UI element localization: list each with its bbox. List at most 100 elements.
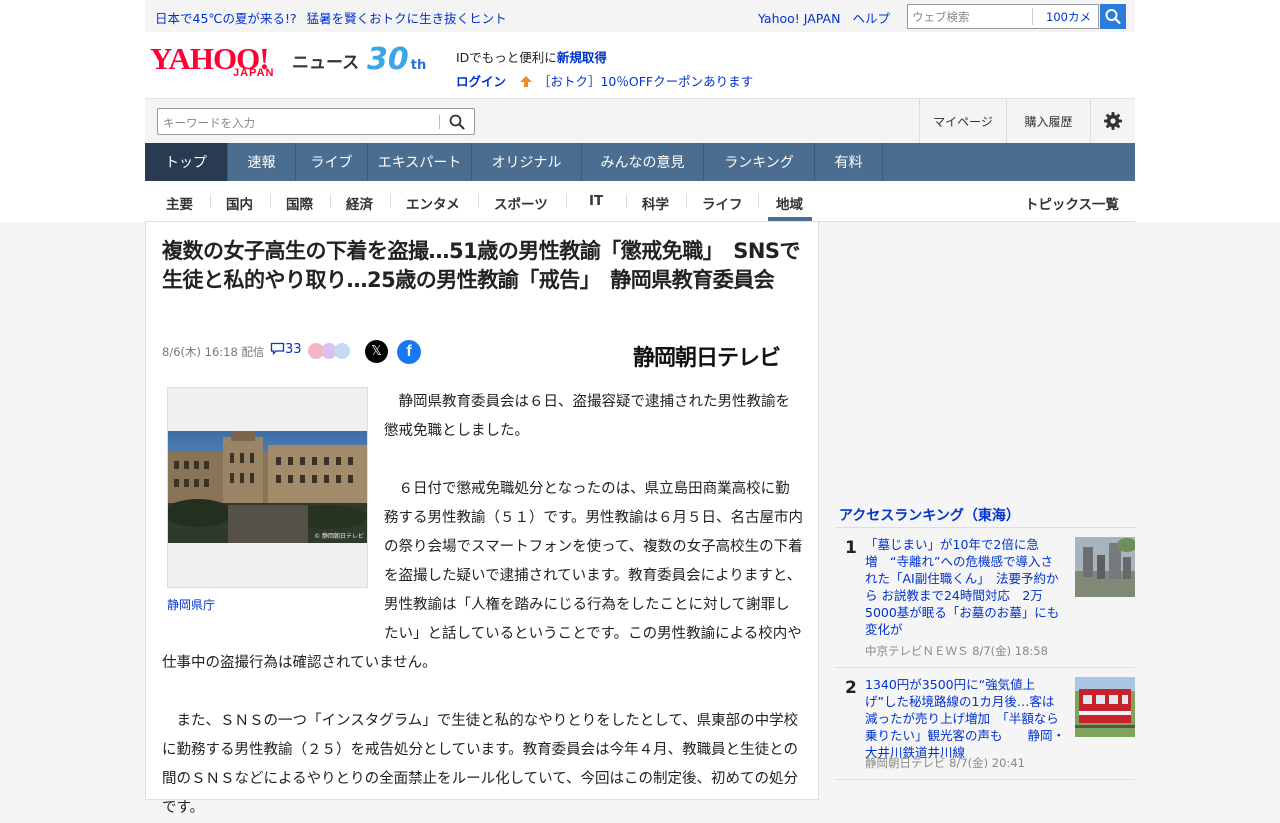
web-search-input[interactable]: ウェブ検索 100カメ — [907, 4, 1099, 29]
promo-link-tips[interactable]: 猛暑を賢くおトクに生き抜くヒント — [307, 11, 507, 26]
topics-list-link[interactable]: トピックス一覧 — [1025, 193, 1119, 213]
category-science[interactable]: 科学 — [642, 193, 669, 213]
logo-row: YAHOO! JAPAN ニュース 30th IDでもっと便利に新規取得 ログイ… — [145, 32, 1135, 98]
help-link[interactable]: ヘルプ — [852, 11, 890, 26]
register-link[interactable]: 新規取得 — [557, 50, 607, 65]
promo-link-heat[interactable]: 日本で45℃の夏が来る!? — [155, 11, 297, 26]
article-delivered-label: 配信 — [241, 345, 265, 359]
photo-spacer — [162, 388, 384, 642]
yahoo-japan-link[interactable]: Yahoo! JAPAN — [758, 11, 840, 26]
web-search-button[interactable] — [1100, 4, 1126, 29]
camera-link[interactable]: 100カメ — [1046, 9, 1091, 25]
keyword-search-input[interactable]: キーワードを入力 — [157, 108, 475, 135]
ranking-time: 8/7(金) 18:58 — [972, 644, 1048, 658]
keyword-search-divider — [439, 115, 440, 129]
anniversary-suffix: th — [410, 58, 427, 73]
coupon-text: ［おトク］10％OFFクーポンあります — [537, 74, 754, 89]
login-link[interactable]: ログイン — [456, 74, 506, 89]
ranking-source-name: 静岡朝日テレビ — [865, 756, 946, 770]
ranking-time: 8/7(金) 20:41 — [949, 756, 1025, 770]
category-sports[interactable]: スポーツ — [494, 193, 548, 213]
article-body: 静岡県教育委員会は６日、盗撮容疑で逮捕された男性教諭を懲戒免職としました。 ６日… — [162, 388, 804, 823]
coupon-icon — [520, 76, 532, 87]
ranking-source: 静岡朝日テレビ 8/7(金) 20:41 — [865, 755, 1025, 771]
nav-tab-top[interactable]: トップ — [145, 143, 228, 181]
ranking-thumbnail[interactable] — [1075, 537, 1135, 597]
source-logo[interactable]: 静岡朝日テレビ — [633, 340, 781, 372]
category-divider — [330, 194, 331, 208]
settings-button[interactable] — [1090, 99, 1135, 143]
news-search-row: キーワードを入力 マイページ 購入履歴 — [145, 98, 1135, 143]
nav-tab-paid[interactable]: 有料 — [815, 143, 883, 181]
account-promo-text: IDでもっと便利に — [456, 50, 557, 65]
ranking-item[interactable]: 1 「墓じまい」が10年で2倍に急増 “寺離れ”への危機感で導入された「AI副住… — [835, 528, 1135, 668]
category-nav: 主要 国内 国際 経済 エンタメ スポーツ IT 科学 ライフ 地域 トピックス… — [145, 181, 1135, 222]
category-active-indicator — [768, 217, 812, 221]
purchase-history-link[interactable]: 購入履歴 — [1006, 99, 1090, 143]
article-paragraph: また、ＳＮＳの一つ「インスタグラム」で生徒と私的なやりとりをしたとして、県東部の… — [162, 713, 799, 816]
anniversary-number: 30 — [367, 42, 409, 77]
nav-tab-expert[interactable]: エキスパート — [368, 143, 472, 181]
nav-tab-original[interactable]: オリジナル — [472, 143, 582, 181]
article-headline: 複数の女子高生の下着を盗撮…51歳の男性教諭「懲戒免職」 SNSで生徒と私的やり… — [162, 239, 801, 292]
category-divider — [210, 194, 211, 208]
category-divider — [686, 194, 687, 208]
search-divider — [1032, 8, 1033, 25]
article-date: 8/6(木) 16:18 — [162, 345, 238, 359]
nav-tab-ranking[interactable]: ランキング — [704, 143, 815, 181]
reaction-face-icon — [334, 343, 350, 359]
ranking-thumbnail[interactable] — [1075, 677, 1135, 737]
news-logo[interactable]: ニュース — [292, 48, 359, 73]
category-divider — [566, 194, 567, 208]
ranking-number: 1 — [845, 538, 857, 558]
ranking-title[interactable]: 「墓じまい」が10年で2倍に急増 “寺離れ”への危機感で導入された「AI副住職く… — [865, 536, 1065, 638]
search-icon — [1105, 9, 1121, 25]
user-links: マイページ 購入履歴 — [919, 99, 1135, 143]
ranking-title[interactable]: 1340円が3500円に“強気値上げ”した秘境路線の1カ月後…客は減ったが売り上… — [865, 676, 1065, 761]
category-entertainment[interactable]: エンタメ — [406, 193, 460, 213]
comment-count: 33 — [285, 342, 302, 357]
category-local[interactable]: 地域 — [776, 193, 803, 213]
category-divider — [758, 194, 759, 208]
reaction-faces[interactable] — [308, 343, 352, 359]
category-domestic[interactable]: 国内 — [226, 193, 253, 213]
mypage-link[interactable]: マイページ — [919, 99, 1006, 143]
ranking-source-name: 中京テレビＮＥＷＳ — [865, 644, 969, 658]
category-divider — [390, 194, 391, 208]
account-area: IDでもっと便利に新規取得 ログイン ［おトク］10％OFFクーポンあります — [456, 47, 753, 90]
main-nav: トップ 速報 ライブ エキスパート オリジナル みんなの意見 ランキング 有料 — [145, 143, 1135, 181]
category-divider — [270, 194, 271, 208]
keyword-search-placeholder: キーワードを入力 — [163, 116, 255, 130]
share-x-button[interactable]: 𝕏 — [365, 340, 388, 363]
ranking-item[interactable]: 2 1340円が3500円に“強気値上げ”した秘境路線の1カ月後…客は減ったが売… — [835, 668, 1135, 780]
comment-icon — [270, 342, 285, 356]
promo-links: 日本で45℃の夏が来る!? 猛暑を賢くおトクに生き抜くヒント — [155, 8, 507, 27]
ranking-number: 2 — [845, 678, 857, 698]
share-facebook-button[interactable]: f — [397, 340, 421, 364]
x-logo-icon: 𝕏 — [371, 344, 382, 359]
coupon-link[interactable]: ［おトク］10％OFFクーポンあります — [518, 74, 753, 89]
article: 複数の女子高生の下着を盗撮…51歳の男性教諭「懲戒免職」 SNSで生徒と私的やり… — [145, 222, 819, 816]
web-search-placeholder: ウェブ検索 — [912, 10, 970, 24]
comments-link[interactable]: 33 — [270, 342, 302, 357]
category-economy[interactable]: 経済 — [346, 193, 373, 213]
nav-tab-breaking[interactable]: 速報 — [228, 143, 296, 181]
category-life[interactable]: ライフ — [702, 193, 743, 213]
article-meta: 8/6(木) 16:18 配信 — [162, 344, 264, 360]
ranking-source: 中京テレビＮＥＷＳ 8/7(金) 18:58 — [865, 643, 1048, 659]
category-it[interactable]: IT — [589, 193, 603, 209]
category-international[interactable]: 国際 — [286, 193, 313, 213]
sidebar: アクセスランキング（東海） 1 「墓じまい」が10年で2倍に急増 “寺離れ”への… — [835, 500, 1135, 780]
yahoo-logo-japan: JAPAN — [233, 67, 275, 79]
facebook-logo-icon: f — [406, 343, 412, 360]
anniversary-logo: 30th — [367, 42, 426, 77]
category-main[interactable]: 主要 — [166, 193, 193, 213]
nav-tab-opinions[interactable]: みんなの意見 — [582, 143, 704, 181]
search-icon[interactable] — [448, 113, 466, 131]
top-links: Yahoo! JAPAN ヘルプ — [758, 8, 890, 27]
access-ranking-title[interactable]: アクセスランキング（東海） — [835, 500, 1135, 528]
web-search: ウェブ検索 100カメ — [907, 4, 1135, 30]
category-divider — [478, 194, 479, 208]
gear-icon — [1104, 112, 1122, 130]
nav-tab-live[interactable]: ライブ — [296, 143, 368, 181]
